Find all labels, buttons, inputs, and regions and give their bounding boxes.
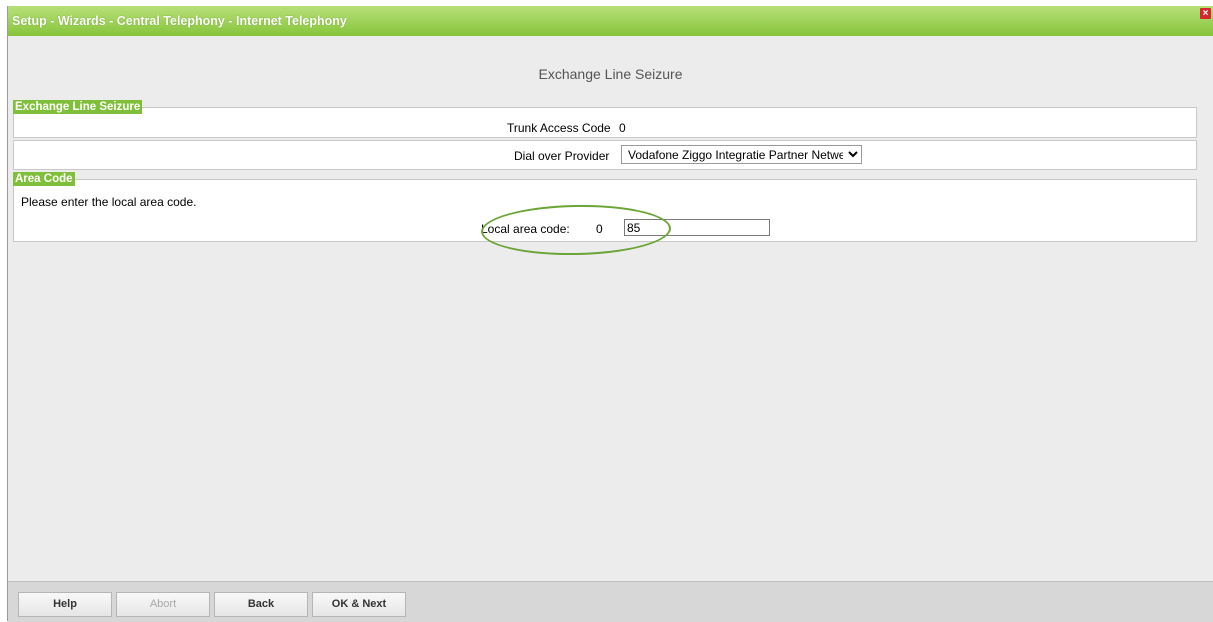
back-button[interactable]: Back <box>214 592 308 617</box>
trunk-access-panel: Trunk Access Code 0 <box>13 107 1197 138</box>
trunk-access-label: Trunk Access Code <box>507 121 611 135</box>
abort-button[interactable]: Abort <box>116 592 210 617</box>
area-code-prefix: 0 <box>596 222 603 236</box>
trunk-access-value: 0 <box>619 121 626 135</box>
ok-next-button[interactable]: OK & Next <box>312 592 406 617</box>
area-code-panel: Please enter the local area code. Local … <box>13 179 1197 242</box>
window-title: Setup - Wizards - Central Telephony - In… <box>12 14 347 28</box>
provider-label: Dial over Provider <box>514 149 610 163</box>
provider-panel: Dial over Provider Vodafone Ziggo Integr… <box>13 140 1197 170</box>
area-code-instruction: Please enter the local area code. <box>21 195 197 209</box>
section-legend-area: Area Code <box>13 172 75 186</box>
local-area-code-label: Local area code: <box>481 222 570 236</box>
section-legend-exchange: Exchange Line Seizure <box>13 100 143 114</box>
title-bar: Setup - Wizards - Central Telephony - In… <box>8 6 1213 36</box>
help-button[interactable]: Help <box>18 592 112 617</box>
close-icon[interactable]: × <box>1200 8 1211 19</box>
button-bar: Help Abort Back OK & Next <box>8 581 1213 622</box>
page-title: Exchange Line Seizure <box>538 66 683 82</box>
wizard-window: Setup - Wizards - Central Telephony - In… <box>7 6 1213 622</box>
provider-select[interactable]: Vodafone Ziggo Integratie Partner Netwer… <box>621 145 862 164</box>
local-area-code-input[interactable] <box>624 219 770 236</box>
